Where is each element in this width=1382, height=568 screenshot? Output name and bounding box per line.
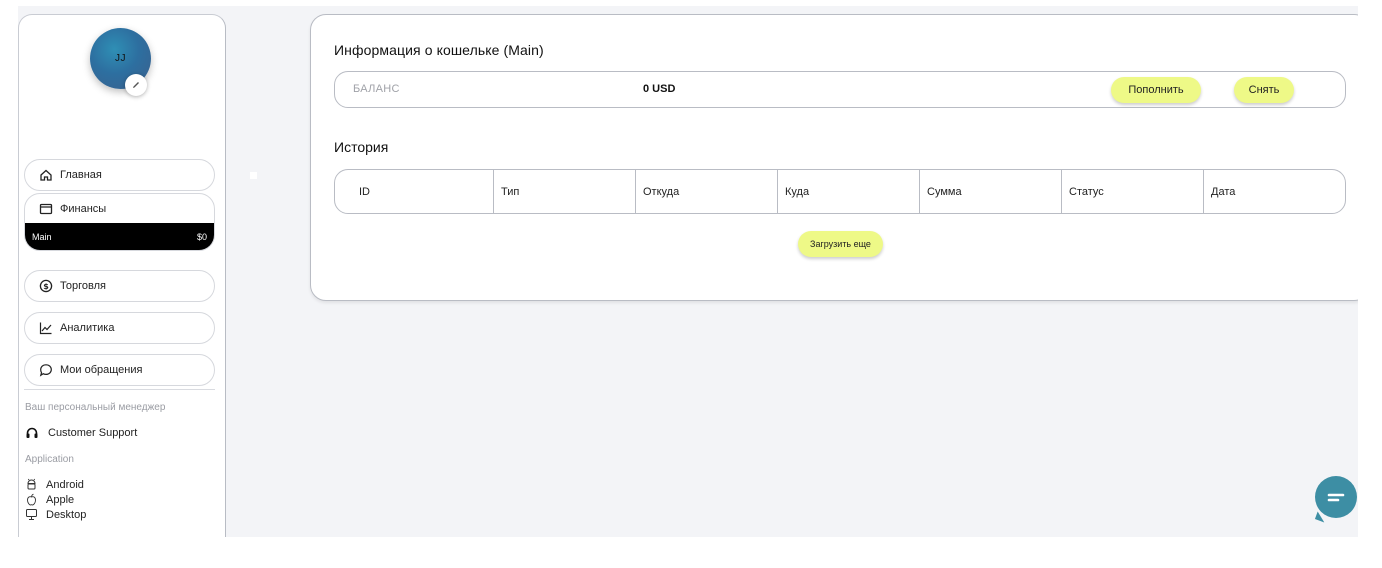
application-label: Application	[25, 454, 74, 465]
apple-icon	[25, 493, 38, 506]
balance-value: 0 USD	[643, 83, 676, 95]
history-title: История	[334, 139, 389, 155]
customer-support-link[interactable]: Customer Support	[25, 426, 137, 440]
wallet-icon	[39, 202, 53, 216]
sidebar-item-label: Аналитика	[60, 322, 115, 334]
platform-label: Android	[46, 478, 84, 491]
balance-row: БАЛАНС 0 USD Пополнить Снять	[334, 71, 1346, 108]
chat-lines-icon	[1327, 493, 1345, 502]
platform-label: Apple	[46, 493, 75, 506]
svg-text:$: $	[43, 282, 49, 291]
sidebar-group-finance: Финансы Main $0	[24, 193, 215, 251]
sidebar-wallet-main[interactable]: Main $0	[25, 223, 214, 250]
withdraw-button[interactable]: Снять	[1234, 77, 1294, 103]
sidebar-item-label: Главная	[60, 169, 102, 181]
sidebar-item-trading[interactable]: $ Торговля	[24, 270, 215, 302]
wallet-amount: $0	[196, 231, 207, 242]
sidebar-item-label: Мои обращения	[60, 364, 143, 376]
history-table-header: ID Тип Откуда Куда Сумма Статус Дата	[334, 169, 1346, 214]
column-header-to[interactable]: Куда	[777, 170, 919, 213]
column-header-status[interactable]: Статус	[1061, 170, 1203, 213]
home-icon	[39, 168, 53, 182]
wallet-name: Main	[32, 231, 52, 242]
sidebar-divider	[24, 389, 215, 390]
platform-desktop-link[interactable]: Desktop	[25, 508, 86, 521]
avatar-initials: JJ	[115, 53, 126, 64]
sidebar: JJ Главная Финансы Main $0 $ Торговля Ан…	[18, 14, 226, 537]
edit-avatar-button[interactable]	[125, 74, 147, 96]
wallet-card-title: Информация о кошельке (Main)	[334, 42, 544, 58]
sidebar-item-tickets[interactable]: Мои обращения	[24, 354, 215, 386]
pencil-icon	[133, 82, 139, 88]
deposit-button[interactable]: Пополнить	[1111, 77, 1201, 103]
sidebar-item-label: Финансы	[60, 203, 107, 215]
sidebar-item-home[interactable]: Главная	[24, 159, 215, 191]
desktop-icon	[25, 508, 38, 521]
decorative-dot	[250, 172, 257, 179]
platform-apple-link[interactable]: Apple	[25, 493, 74, 506]
column-header-from[interactable]: Откуда	[635, 170, 777, 213]
wallet-card: Информация о кошельке (Main) БАЛАНС 0 US…	[310, 14, 1358, 301]
balance-label: БАЛАНС	[353, 83, 400, 95]
sidebar-item-finance[interactable]: Финансы	[25, 194, 214, 224]
platform-android-link[interactable]: Android	[25, 478, 84, 491]
platform-label: Desktop	[46, 508, 87, 521]
column-header-id[interactable]: ID	[335, 170, 493, 213]
chat-bubble-icon	[39, 363, 53, 377]
chat-widget-button[interactable]	[1315, 476, 1357, 518]
dollar-icon: $	[39, 279, 53, 293]
chart-line-icon	[39, 321, 53, 335]
column-header-amount[interactable]: Сумма	[919, 170, 1061, 213]
column-header-type[interactable]: Тип	[493, 170, 635, 213]
headset-icon	[25, 426, 39, 440]
column-header-date[interactable]: Дата	[1203, 170, 1345, 213]
sidebar-item-analytics[interactable]: Аналитика	[24, 312, 215, 344]
sidebar-item-label: Торговля	[60, 280, 106, 292]
app-root: JJ Главная Финансы Main $0 $ Торговля Ан…	[18, 6, 1358, 537]
support-label: Customer Support	[48, 427, 138, 439]
manager-label: Ваш персональный менеджер	[25, 402, 166, 413]
load-more-button[interactable]: Загрузить еще	[798, 231, 883, 257]
android-icon	[25, 478, 38, 491]
